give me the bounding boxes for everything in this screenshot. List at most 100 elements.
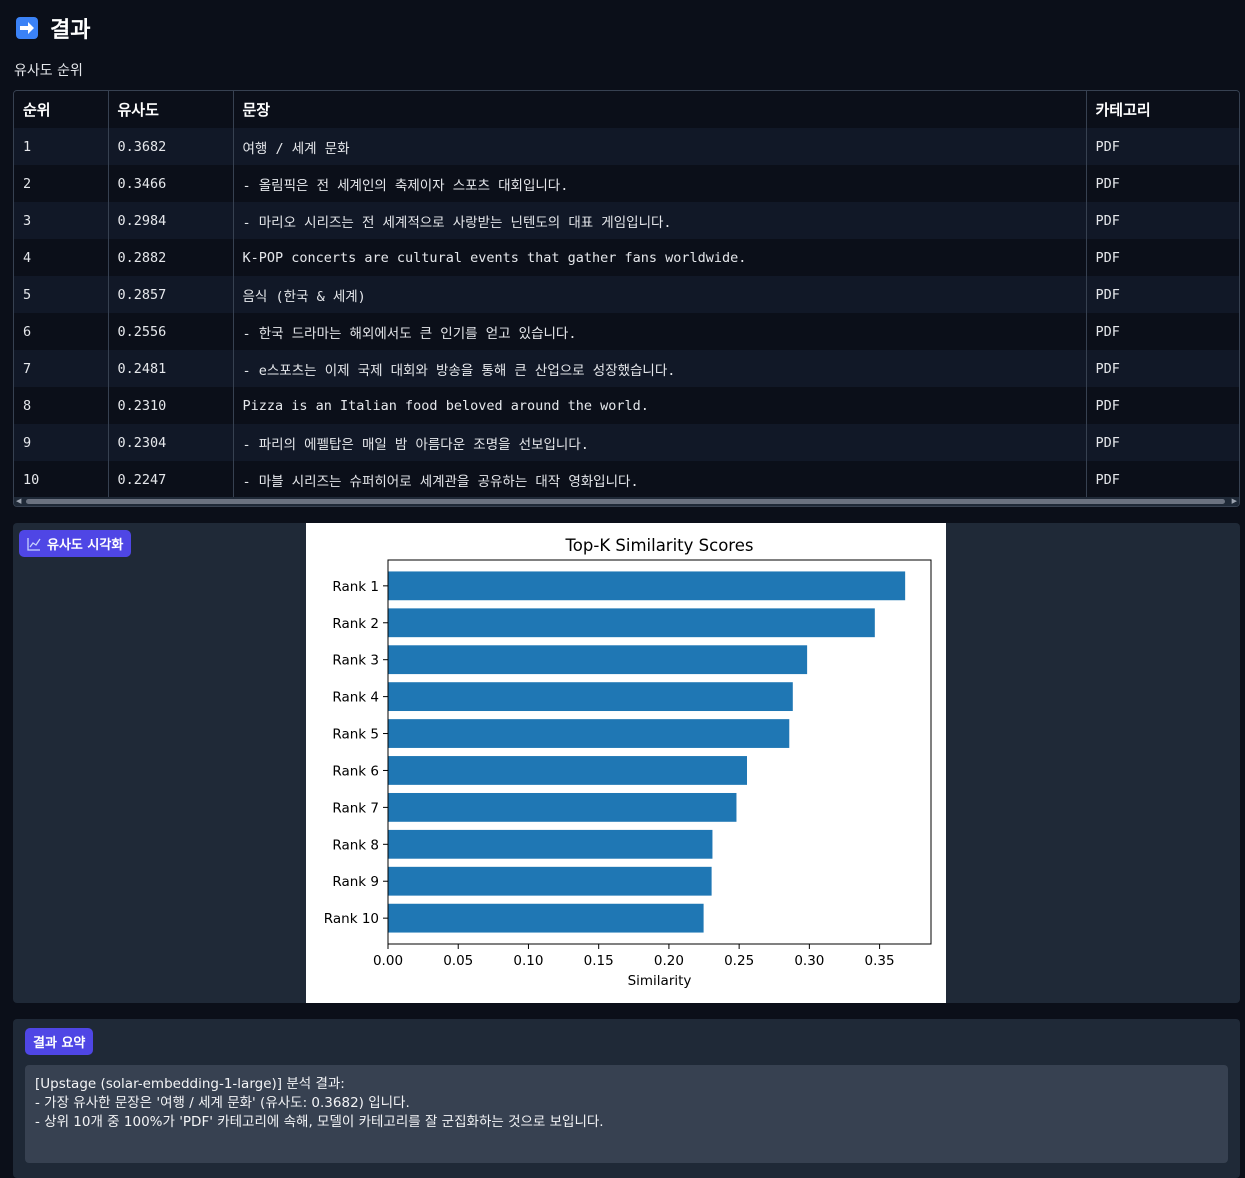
summary-line-1: [Upstage (solar-embedding-1-large)] 분석 결… [35,1076,345,1092]
similarity-cell: 0.3466 [108,165,234,202]
column-header-category[interactable]: 카테고리 [1086,91,1239,128]
similarity-cell: 0.2556 [108,313,234,350]
rank-cell: 8 [14,387,109,424]
category-cell: PDF [1086,239,1239,276]
visualization-panel: 유사도 시각화 Top-K Similarity Scores Rank 1 Ran… [13,523,1240,1003]
x-tick-label-0: 0.00 [373,953,403,969]
page-title: 결과 [50,18,91,43]
sentence-cell: - e스포츠는 이제 국제 대회와 방송을 통해 큰 산업으로 성장했습니다. [233,350,1087,387]
bar-9 [388,866,712,896]
chart-icon [27,537,41,551]
right-arrow-icon [16,17,38,39]
bar-5 [388,719,790,748]
x-axis-label: Similarity [628,973,692,989]
rank-cell: 7 [14,350,109,387]
category-cell: PDF [1086,128,1239,165]
table-row: 10 0.2247- 마블 시리즈는 슈퍼히어로 세계관을 공유하는 대작 영화입… [14,461,1239,498]
horizontal-scrollbar[interactable]: ◀ ▶ [14,497,1239,506]
rank-cell: 10 [14,461,109,498]
category-cell: PDF [1086,165,1239,202]
category-cell: PDF [1086,424,1239,461]
x-tick-label-5: 0.25 [724,953,754,969]
sentence-cell: - 올림픽은 전 세계인의 축제이자 스포츠 대회입니다. [233,165,1087,202]
results-header: 결과 [16,12,90,44]
bar-6 [388,756,748,785]
y-tick-label-5: Rank 5 [332,727,379,743]
category-cell: PDF [1086,350,1239,387]
column-header-sentence[interactable]: 문장 [233,91,1087,128]
sentence-cell: - 마블 시리즈는 슈퍼히어로 세계관을 공유하는 대작 영화입니다. [233,461,1087,498]
table-row: 9 0.2304- 파리의 에펠탑은 매일 밤 아름다운 조명을 선보입니다. PD… [14,424,1239,461]
summary-badge: 결과 요약 [25,1028,94,1055]
category-cell: PDF [1086,313,1239,350]
bar-4 [388,682,793,712]
y-tick-label-7: Rank 7 [332,800,379,816]
x-tick-label-4: 0.20 [654,953,684,969]
table-row: 7 0.2481- e스포츠는 이제 국제 대회와 방송을 통해 큰 산업으로 성… [14,350,1239,387]
sentence-cell: - 파리의 에펠탑은 매일 밤 아름다운 조명을 선보입니다. [233,424,1087,461]
y-tick-label-3: Rank 3 [332,653,379,669]
y-tick-label-4: Rank 4 [332,690,379,706]
y-tick-label-2: Rank 2 [332,616,379,632]
table-row: 2 0.3466- 올림픽은 전 세계인의 축제이자 스포츠 대회입니다. PDF [14,165,1239,202]
summary-panel: 결과 요약 [Upstage (solar-embedding-1-large)… [13,1019,1240,1178]
sentence-cell: - 한국 드라마는 해외에서도 큰 인기를 얻고 있습니다. [233,313,1087,350]
visualization-badge: 유사도 시각화 [19,530,132,557]
column-header-rank[interactable]: 순위 [14,91,109,128]
sentence-cell: Pizza is an Italian food beloved around … [233,387,1087,424]
bar-7 [388,792,737,822]
similarity-cell: 0.3682 [108,128,234,165]
rank-cell: 3 [14,202,109,239]
y-tick-label-10: Rank 10 [324,911,379,927]
column-header-similarity[interactable]: 유사도 [108,91,234,128]
sentence-cell: K-POP concerts are cultural events that … [233,239,1087,276]
summary-text-box: [Upstage (solar-embedding-1-large)] 분석 결… [25,1065,1228,1163]
y-tick-label-1: Rank 1 [332,579,379,595]
rank-cell: 5 [14,276,109,313]
table-row: 6 0.2556- 한국 드라마는 해외에서도 큰 인기를 얻고 있습니다. PDF [14,313,1239,350]
table-row: 5 0.2857 음식 (한국 & 세계) PDF [14,276,1239,313]
rank-cell: 4 [14,239,109,276]
scroll-thumb[interactable] [26,499,1225,504]
rank-cell: 2 [14,165,109,202]
scroll-right-icon[interactable]: ▶ [1232,497,1237,506]
similarity-cell: 0.2310 [108,387,234,424]
similarity-chart: Top-K Similarity Scores Rank 1 Rank 2 Rank … [306,523,946,1003]
x-tick-label-3: 0.15 [584,953,614,969]
bar-1 [388,571,906,601]
x-tick-label-6: 0.30 [794,953,824,969]
table-row: 4 0.2882 K-POP concerts are cultural event… [14,239,1239,276]
table-label: 유사도 순위 [14,63,83,79]
table-header-row: 순위 유사도 문장 카테고리 [14,91,1239,128]
category-cell: PDF [1086,202,1239,239]
y-tick-label-8: Rank 8 [332,837,379,853]
category-cell: PDF [1086,387,1239,424]
category-cell: PDF [1086,276,1239,313]
scroll-left-icon[interactable]: ◀ [16,497,21,506]
visualization-badge-label: 유사도 시각화 [47,538,124,553]
similarity-cell: 0.2882 [108,239,234,276]
table-row: 8 0.2310 Pizza is an Italian food beloved … [14,387,1239,424]
table-row: 1 0.3682 여행 / 세계 문화 PDF [14,128,1239,165]
similarity-cell: 0.2247 [108,461,234,498]
bar-2 [388,608,875,638]
sentence-cell: 여행 / 세계 문화 [233,128,1087,165]
similarity-table: 순위 유사도 문장 카테고리 1 0.3682 여행 / 세계 문화 PDF 2 0.34… [13,90,1240,507]
bar-3 [388,645,808,675]
x-tick-label-2: 0.10 [513,953,543,969]
chart-title: Top-K Similarity Scores [565,536,754,555]
x-tick-label-1: 0.05 [443,953,473,969]
similarity-cell: 0.2481 [108,350,234,387]
bar-8 [388,829,713,859]
chart-svg: Top-K Similarity Scores Rank 1 Rank 2 Rank … [324,536,932,989]
similarity-cell: 0.2984 [108,202,234,239]
sentence-cell: 음식 (한국 & 세계) [233,276,1087,313]
x-tick-label-7: 0.35 [865,953,895,969]
similarity-cell: 0.2304 [108,424,234,461]
summary-line-3: - 상위 10개 중 100%가 'PDF' 카테고리에 속해, 모델이 카테고… [35,1114,604,1130]
category-cell: PDF [1086,461,1239,498]
rank-cell: 9 [14,424,109,461]
summary-line-2: - 가장 유사한 문장은 '여행 / 세계 문화' (유사도: 0.3682) … [35,1095,410,1111]
similarity-cell: 0.2857 [108,276,234,313]
sentence-cell: - 마리오 시리즈는 전 세계적으로 사랑받는 닌텐도의 대표 게임입니다. [233,202,1087,239]
